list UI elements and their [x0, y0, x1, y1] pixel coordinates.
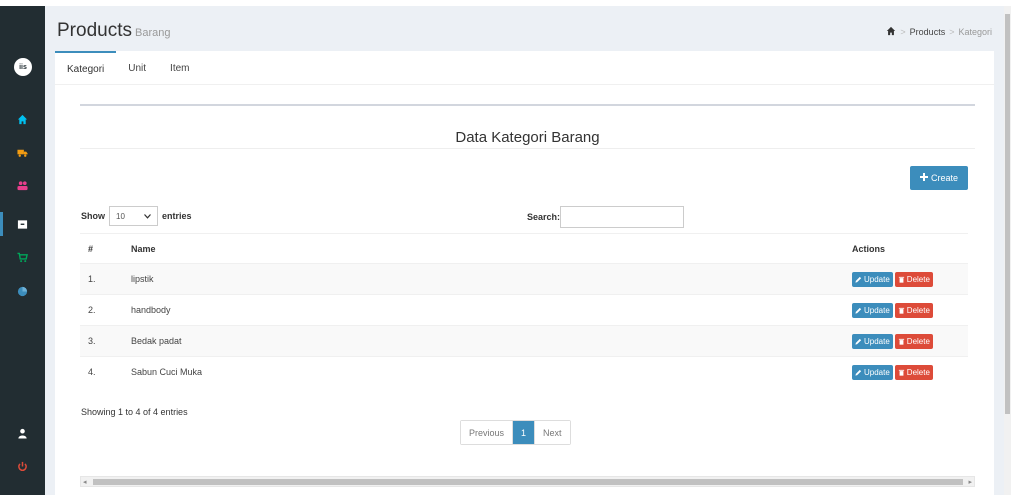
pencil-icon — [855, 276, 862, 283]
user-icon[interactable] — [17, 428, 28, 439]
tab-item[interactable]: Item — [158, 51, 201, 85]
table-row: 1. lipstik Update Delete — [80, 263, 968, 295]
sidebar: iis — [0, 6, 45, 495]
content-card: Kategori Unit Item Data Kategori Barang … — [55, 51, 994, 495]
tab-unit[interactable]: Unit — [116, 51, 158, 85]
show-label: Show — [81, 211, 105, 221]
table-row: 4. Sabun Cuci Muka Update Delete — [80, 356, 968, 388]
row-number: 1. — [80, 263, 125, 295]
pencil-icon — [855, 307, 862, 314]
vertical-scrollbar[interactable] — [1004, 6, 1011, 495]
create-button[interactable]: Create — [910, 166, 968, 190]
row-actions: Update Delete — [850, 294, 968, 326]
scroll-left-icon[interactable]: ◂ — [83, 478, 87, 486]
trash-icon — [898, 276, 904, 283]
page-title-text: Products — [57, 20, 132, 41]
row-number: 2. — [80, 294, 125, 326]
archive-icon[interactable] — [17, 219, 28, 230]
divider — [80, 148, 975, 149]
delete-label: Delete — [906, 274, 930, 284]
delete-button[interactable]: Delete — [894, 364, 933, 380]
page-size-select[interactable]: 10 — [109, 206, 158, 226]
home-icon[interactable] — [886, 26, 896, 38]
truck-icon[interactable] — [17, 147, 28, 158]
table-row: 2. handbody Update Delete — [80, 294, 968, 326]
tab-bar: Kategori Unit Item — [55, 51, 994, 85]
main-content: Products Barang > Products > Kategori Kat… — [45, 6, 1004, 495]
next-button[interactable]: Next — [535, 421, 570, 444]
logo-text: iis — [19, 63, 27, 71]
column-header-actions: Actions — [850, 233, 968, 264]
row-number: 4. — [80, 356, 125, 388]
page-title: Products Barang — [57, 20, 170, 42]
box-title: Data Kategori Barang — [455, 129, 600, 146]
table-row: 3. Bedak padat Update Delete — [80, 325, 968, 357]
search-label: Search: — [527, 212, 561, 222]
row-name: Bedak padat — [125, 325, 850, 357]
box-top-border — [80, 104, 975, 106]
page-1-button[interactable]: 1 — [512, 421, 536, 444]
scroll-thumb[interactable] — [93, 479, 963, 485]
column-header-number[interactable]: # — [80, 233, 125, 264]
update-label: Update — [864, 367, 890, 377]
table-header-row: # Name Actions — [80, 233, 968, 264]
search-input[interactable] — [560, 206, 685, 228]
row-actions: Update Delete — [850, 356, 968, 388]
update-button[interactable]: Update — [852, 364, 893, 380]
update-button[interactable]: Update — [852, 333, 893, 349]
delete-label: Delete — [906, 367, 930, 377]
delete-button[interactable]: Delete — [894, 271, 933, 287]
home-icon[interactable] — [17, 114, 28, 125]
entries-label: entries — [162, 211, 192, 221]
row-name: Sabun Cuci Muka — [125, 356, 850, 388]
table-info: Showing 1 to 4 of 4 entries — [81, 407, 188, 417]
tab-kategori[interactable]: Kategori — [55, 51, 117, 85]
scroll-right-icon[interactable]: ▸ — [968, 478, 972, 486]
previous-button[interactable]: Previous — [461, 421, 513, 444]
create-button-label: Create — [930, 173, 958, 183]
active-indicator — [0, 212, 3, 236]
pencil-icon — [855, 369, 862, 376]
trash-icon — [898, 369, 904, 376]
pagination: Previous 1 Next — [460, 420, 571, 445]
breadcrumb-separator: > — [900, 27, 906, 37]
update-button[interactable]: Update — [852, 302, 893, 318]
cart-icon[interactable] — [17, 252, 28, 263]
delete-label: Delete — [906, 336, 930, 346]
update-label: Update — [864, 274, 890, 284]
app-logo[interactable]: iis — [14, 58, 32, 76]
page-size-control: Show 10 entries — [81, 206, 192, 226]
power-icon[interactable] — [17, 461, 28, 472]
trash-icon — [898, 338, 904, 345]
trash-icon — [898, 307, 904, 314]
breadcrumb-products[interactable]: Products — [910, 27, 946, 37]
scroll-thumb[interactable] — [1005, 14, 1010, 414]
data-table: # Name Actions 1. lipstik Update Delete 2… — [80, 233, 968, 388]
page-size-value: 10 — [116, 211, 125, 221]
users-icon[interactable] — [17, 180, 28, 191]
pencil-icon — [855, 338, 862, 345]
row-name: handbody — [125, 294, 850, 326]
row-actions: Update Delete — [850, 263, 968, 295]
page-subtitle: Barang — [134, 27, 171, 39]
chart-pie-icon[interactable] — [17, 286, 28, 297]
breadcrumb: > Products > Kategori — [886, 26, 992, 38]
delete-button[interactable]: Delete — [894, 302, 933, 318]
update-label: Update — [864, 336, 890, 346]
breadcrumb-kategori: Kategori — [958, 27, 992, 37]
chevron-down-icon — [144, 212, 151, 221]
delete-button[interactable]: Delete — [894, 333, 933, 349]
search-control: Search: — [527, 206, 685, 228]
horizontal-scrollbar[interactable]: ◂ ▸ — [80, 476, 975, 487]
update-label: Update — [864, 305, 890, 315]
row-name: lipstik — [125, 263, 850, 295]
column-header-name[interactable]: Name — [125, 233, 850, 264]
row-number: 3. — [80, 325, 125, 357]
breadcrumb-separator: > — [949, 27, 955, 37]
plus-icon — [919, 173, 928, 183]
row-actions: Update Delete — [850, 325, 968, 357]
update-button[interactable]: Update — [852, 271, 893, 287]
delete-label: Delete — [906, 305, 930, 315]
